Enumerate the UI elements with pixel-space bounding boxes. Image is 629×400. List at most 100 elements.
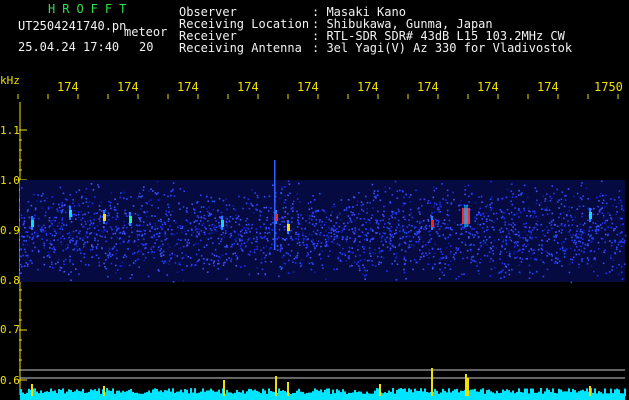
strip-bar	[216, 391, 218, 396]
strip-bar	[578, 391, 580, 396]
noise-pixel	[64, 258, 67, 261]
noise-pixel	[442, 234, 444, 236]
noise-pixel	[412, 236, 415, 238]
noise-pixel	[37, 251, 40, 253]
noise-pixel	[165, 237, 168, 240]
noise-pixel	[97, 229, 100, 232]
noise-pixel	[301, 234, 304, 236]
noise-pixel	[92, 189, 95, 191]
noise-pixel	[150, 248, 152, 251]
noise-pixel	[405, 236, 407, 238]
noise-pixel	[251, 223, 254, 226]
noise-pixel	[481, 201, 483, 203]
noise-pixel	[210, 237, 212, 239]
noise-pixel	[389, 249, 391, 251]
noise-pixel	[276, 245, 279, 247]
strip-bar	[436, 390, 438, 396]
noise-pixel	[22, 236, 25, 238]
noise-pixel	[83, 226, 86, 228]
noise-pixel	[51, 224, 54, 226]
strip-bar	[582, 389, 584, 396]
noise-pixel	[51, 222, 53, 225]
noise-pixel	[398, 244, 400, 247]
strip-bar	[382, 393, 384, 396]
noise-pixel	[123, 191, 126, 194]
noise-pixel	[404, 218, 406, 221]
noise-pixel	[177, 238, 180, 241]
noise-pixel	[299, 265, 302, 268]
noise-pixel	[185, 219, 188, 222]
noise-pixel	[256, 196, 259, 199]
noise-pixel	[384, 238, 386, 240]
noise-pixel	[238, 195, 240, 198]
noise-pixel	[331, 211, 333, 213]
noise-pixel	[432, 206, 435, 209]
noise-pixel	[584, 222, 586, 225]
noise-pixel	[501, 215, 504, 218]
noise-pixel	[47, 251, 50, 253]
noise-pixel	[542, 195, 545, 198]
noise-pixel	[198, 222, 200, 225]
noise-pixel	[167, 195, 169, 198]
noise-pixel	[403, 241, 406, 244]
noise-pixel	[20, 214, 23, 216]
noise-pixel	[546, 207, 548, 209]
noise-pixel	[476, 265, 478, 267]
noise-pixel	[284, 216, 286, 218]
noise-pixel	[272, 222, 274, 224]
noise-pixel	[572, 256, 575, 259]
noise-pixel	[585, 187, 588, 190]
noise-pixel	[212, 262, 215, 264]
noise-pixel	[587, 259, 590, 261]
noise-pixel	[203, 231, 205, 234]
noise-pixel	[390, 240, 392, 242]
noise-pixel	[569, 258, 572, 260]
strip-bar	[396, 390, 398, 396]
noise-pixel	[597, 229, 600, 232]
noise-pixel	[493, 266, 496, 269]
noise-pixel	[359, 241, 361, 243]
noise-pixel	[280, 268, 283, 270]
strip-bar	[58, 389, 60, 396]
strip-bar	[450, 392, 452, 396]
strip-bar	[476, 391, 478, 396]
strip-bar	[358, 391, 360, 396]
noise-pixel	[150, 246, 153, 248]
noise-pixel	[343, 252, 346, 255]
noise-pixel	[146, 211, 149, 213]
noise-pixel	[131, 231, 133, 234]
noise-pixel	[65, 248, 68, 250]
noise-pixel	[203, 214, 206, 217]
noise-pixel	[178, 261, 181, 264]
noise-pixel	[581, 230, 583, 233]
noise-pixel	[582, 224, 585, 226]
noise-pixel	[408, 235, 411, 237]
noise-pixel	[506, 227, 508, 230]
noise-pixel	[498, 238, 500, 241]
noise-pixel	[439, 248, 442, 250]
noise-pixel	[41, 238, 43, 240]
noise-pixel	[612, 259, 615, 262]
noise-pixel	[181, 225, 184, 228]
noise-pixel	[418, 240, 420, 243]
noise-pixel	[620, 240, 623, 242]
noise-pixel	[338, 244, 341, 246]
noise-pixel	[528, 226, 531, 229]
noise-pixel	[169, 225, 172, 227]
noise-pixel	[391, 213, 394, 215]
strip-bar	[206, 390, 208, 396]
noise-pixel	[605, 233, 607, 236]
noise-pixel	[376, 232, 378, 234]
noise-pixel	[160, 248, 162, 250]
noise-pixel	[473, 244, 475, 246]
noise-pixel	[268, 195, 271, 198]
noise-pixel	[621, 278, 624, 280]
noise-pixel	[259, 236, 262, 238]
strip-bar	[160, 390, 162, 396]
noise-pixel	[37, 194, 39, 196]
noise-pixel	[563, 225, 566, 227]
strip-spike	[275, 376, 277, 396]
noise-pixel	[99, 220, 101, 222]
noise-pixel	[228, 257, 230, 259]
noise-pixel	[364, 278, 366, 280]
